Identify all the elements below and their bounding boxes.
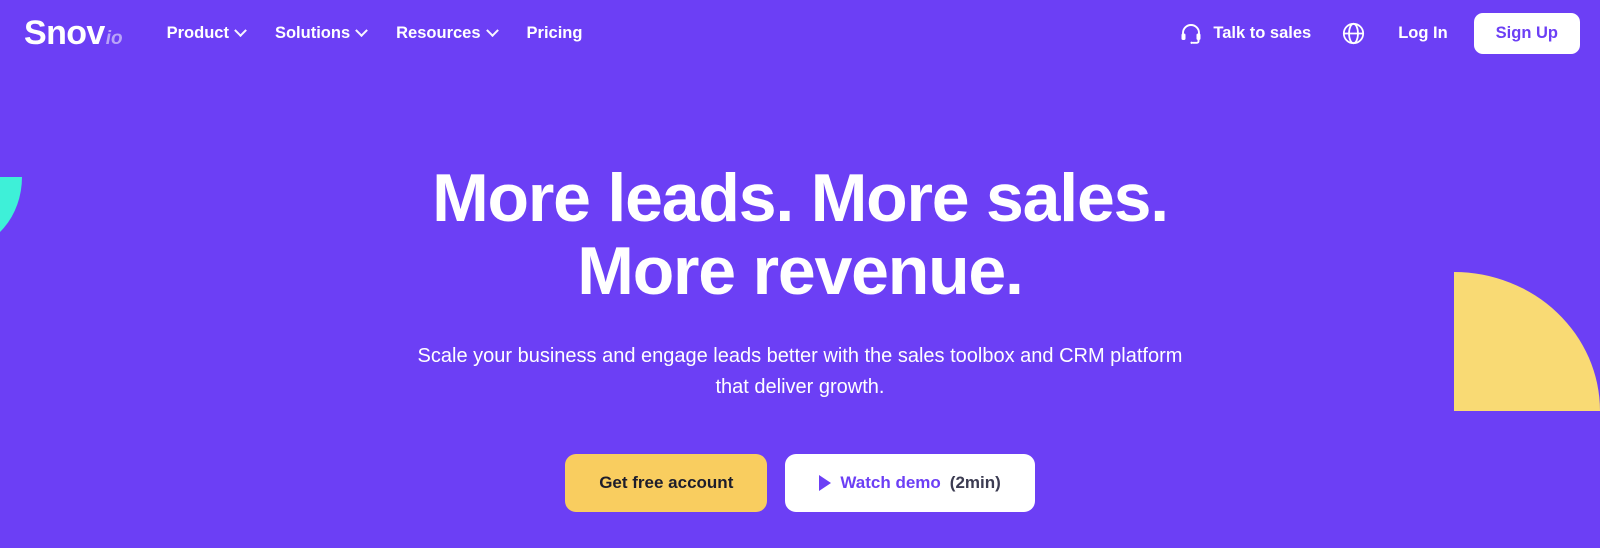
snov-logo[interactable]: Snov io: [24, 16, 123, 50]
hero-subheadline: Scale your business and engage leads bet…: [335, 341, 1265, 404]
nav-item-resources[interactable]: Resources: [396, 23, 499, 43]
hero-subheadline-line-2: that deliver growth.: [715, 376, 885, 399]
hero-cta-row: Get free account Watch demo (2min): [0, 454, 1600, 513]
hero-headline-line-2: More revenue.: [577, 233, 1024, 310]
nav-item-label: Product: [166, 23, 229, 42]
nav-item-label: Pricing: [526, 23, 583, 42]
nav-item-solutions[interactable]: Solutions: [274, 23, 369, 43]
hero-section: More leads. More sales. More revenue. Sc…: [0, 66, 1600, 513]
nav-item-pricing[interactable]: Pricing: [527, 24, 583, 43]
chevron-down-icon: [485, 23, 499, 37]
nav-item-label: Solutions: [274, 23, 351, 42]
log-in-link[interactable]: Log In: [1398, 24, 1447, 43]
globe-icon: [1341, 21, 1366, 46]
hero-headline-line-1: More leads. More sales.: [432, 160, 1169, 236]
language-selector[interactable]: [1341, 21, 1366, 46]
headset-icon: [1179, 21, 1203, 45]
hero-subheadline-line-1: Scale your business and engage leads bet…: [417, 344, 1183, 367]
chevron-down-icon: [234, 23, 247, 37]
nav-item-product[interactable]: Product: [166, 23, 247, 43]
header-actions: Talk to sales Log In Sign Up: [1179, 12, 1580, 54]
chevron-down-icon: [355, 23, 369, 37]
talk-to-sales-link[interactable]: Talk to sales: [1179, 21, 1311, 45]
site-header: Snov io Product Solutions Resources Pric…: [0, 0, 1600, 66]
logo-wordmark: Snov: [24, 14, 105, 52]
talk-to-sales-label: Talk to sales: [1213, 23, 1312, 42]
watch-demo-label: Watch demo: [840, 473, 941, 493]
sign-up-button[interactable]: Sign Up: [1473, 12, 1580, 54]
watch-demo-button[interactable]: Watch demo (2min): [785, 454, 1035, 513]
play-icon: [819, 475, 832, 492]
logo-tld: io: [105, 28, 123, 49]
primary-nav: Product Solutions Resources Pricing: [167, 24, 583, 43]
get-free-account-button[interactable]: Get free account: [565, 454, 768, 513]
hero-headline: More leads. More sales. More revenue.: [360, 160, 1240, 310]
watch-demo-duration: (2min): [949, 473, 1001, 493]
nav-item-label: Resources: [396, 23, 481, 42]
